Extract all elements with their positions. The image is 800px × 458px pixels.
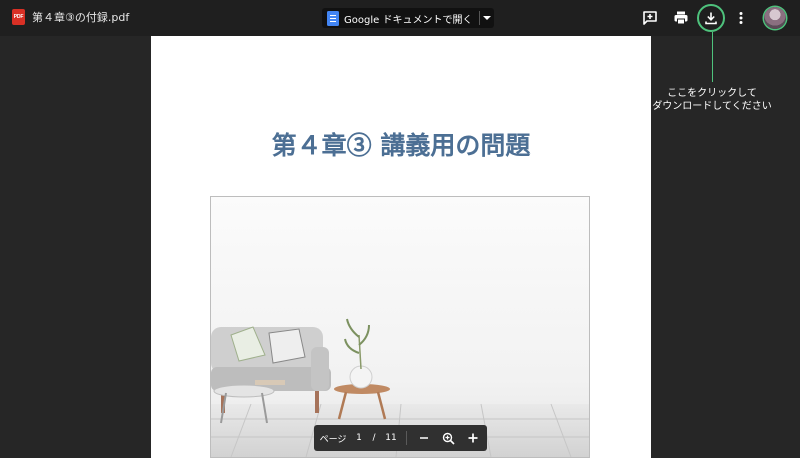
docs-icon xyxy=(327,10,339,26)
open-with-label: Google ドキュメントで開く xyxy=(344,14,473,26)
zoom-out-button[interactable] xyxy=(413,432,435,444)
print-icon xyxy=(674,11,688,25)
pdf-page: 第４章③ 講義用の問題 xyxy=(151,36,651,458)
callout-text: ここをクリックして ダウンロードしてください xyxy=(640,87,784,113)
print-button[interactable] xyxy=(669,6,693,30)
interior-photo xyxy=(210,196,590,458)
zoom-in-button[interactable] xyxy=(461,432,485,444)
open-with-dropdown[interactable] xyxy=(480,8,494,28)
callout-line-1: ここをクリックして xyxy=(667,88,757,99)
more-vert-icon xyxy=(739,12,743,24)
open-with-button[interactable]: Google ドキュメントで開く xyxy=(322,8,495,28)
add-comment-button[interactable] xyxy=(638,6,662,30)
zoom-in-icon xyxy=(442,432,455,445)
page-separator: / xyxy=(372,433,376,443)
add-icon xyxy=(468,433,478,443)
sofa-illustration xyxy=(211,318,589,457)
zoom-button[interactable] xyxy=(435,432,461,445)
file-title: PDF 第４章③の付録.pdf xyxy=(12,9,129,25)
callout-line xyxy=(712,32,713,82)
add-comment-icon xyxy=(643,11,657,25)
top-bar: PDF 第４章③の付録.pdf Google ドキュメントで開く xyxy=(0,0,800,36)
filename: 第４章③の付録.pdf xyxy=(32,11,130,24)
open-with-main[interactable]: Google ドキュメントで開く xyxy=(322,8,479,28)
zoom-out-icon xyxy=(420,437,428,439)
more-options-button[interactable] xyxy=(729,6,753,30)
download-highlight-ring xyxy=(697,4,725,32)
total-pages: 11 xyxy=(385,433,397,443)
callout-line-2: ダウンロードしてください xyxy=(652,101,772,112)
caret-down-icon xyxy=(483,16,492,20)
page-title: 第４章③ 講義用の問題 xyxy=(271,131,531,160)
current-page-input[interactable]: 1 xyxy=(352,433,366,443)
page-label: ページ xyxy=(319,434,347,445)
avatar[interactable] xyxy=(764,7,786,29)
page-navigator: ページ 1 / 11 xyxy=(314,425,487,451)
pager-divider xyxy=(406,431,407,445)
pdf-file-icon: PDF xyxy=(12,9,25,25)
